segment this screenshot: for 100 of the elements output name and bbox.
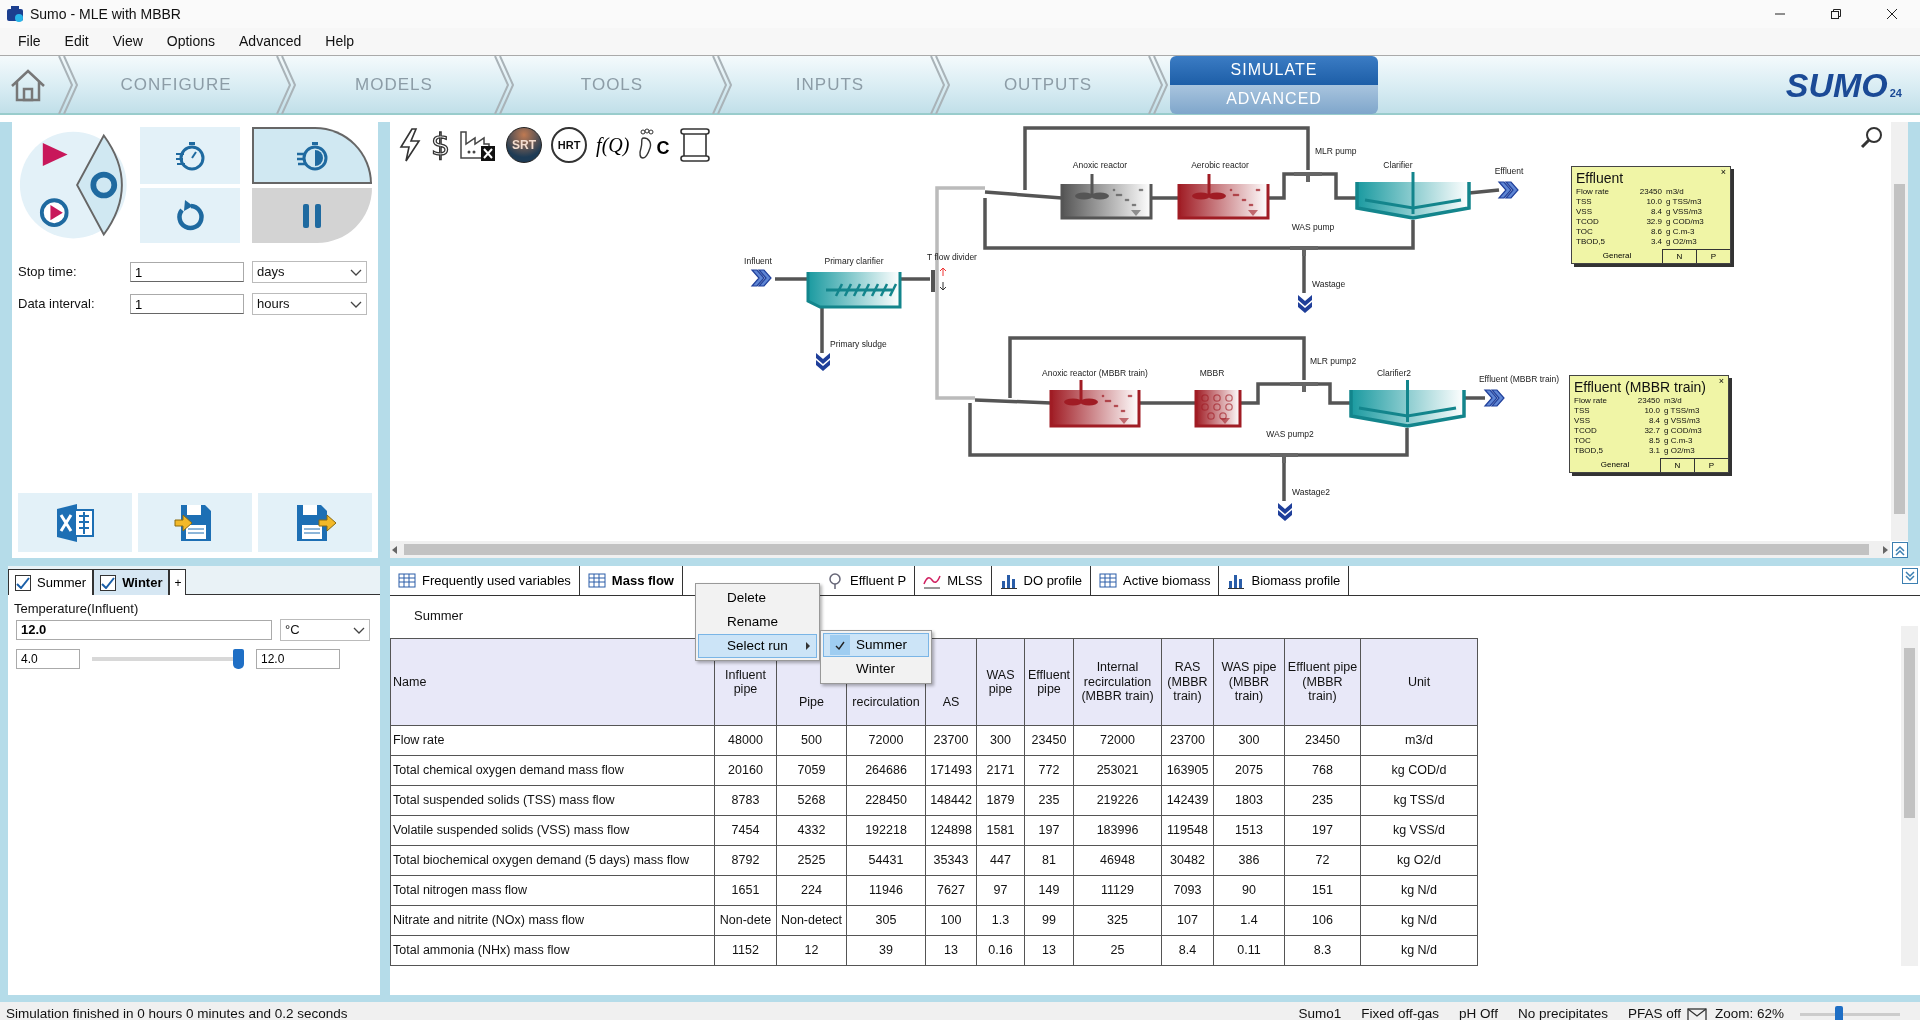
menu-item[interactable]: Summer	[823, 633, 929, 657]
variable-value: 10.0	[1643, 406, 1661, 416]
workflow-tab[interactable]: SIMULATE	[1170, 55, 1378, 85]
menu-item[interactable]: Delete	[698, 586, 817, 610]
panel-tab[interactable]: General	[1572, 249, 1662, 263]
min-field[interactable]: 4.0	[16, 648, 80, 669]
vertical-scrollbar[interactable]	[1901, 626, 1918, 966]
fast-timer-button[interactable]	[252, 127, 372, 184]
chevron-icon[interactable]	[1483, 389, 1505, 407]
reactor-tank-drawing[interactable]	[1049, 380, 1141, 428]
number-field[interactable]: 1	[130, 294, 244, 314]
collapse-button[interactable]	[1902, 568, 1918, 584]
pause-button[interactable]	[252, 188, 372, 243]
pump-junction-drawing[interactable]	[1288, 382, 1320, 394]
unit-dropdown[interactable]: °C	[280, 618, 370, 641]
chevron-icon[interactable]	[1298, 295, 1312, 313]
variable-value: 8.5	[1647, 436, 1661, 446]
checkbox[interactable]	[15, 574, 31, 591]
table-cell: Total chemical oxygen demand mass flow	[390, 755, 715, 786]
status-message: Simulation finished in 0 hours 0 minutes and 0.2 seconds	[6, 1005, 348, 1020]
scrollbar-thumb[interactable]	[1904, 648, 1915, 818]
reactor-tank-drawing[interactable]	[1060, 174, 1153, 220]
scroll-icon[interactable]	[678, 127, 713, 163]
panel-tab[interactable]: N	[1662, 249, 1696, 263]
clarifier-tank-drawing[interactable]	[1355, 172, 1471, 220]
chevron-icon	[928, 55, 950, 114]
variable-name: TBOD,5	[1576, 237, 1606, 247]
slider-thumb[interactable]	[1835, 1005, 1843, 1020]
variable-value: 23450	[1636, 396, 1661, 406]
unit-dropdown[interactable]: days	[252, 261, 367, 283]
max-field[interactable]: 12.0	[256, 648, 340, 669]
srt-button[interactable]: SRT	[506, 127, 543, 163]
add-tab-button[interactable]: +	[169, 569, 187, 595]
menu-item[interactable]: Select run	[698, 634, 817, 658]
variable-value: 32.9	[1645, 217, 1663, 227]
menu-item[interactable]: View	[100, 31, 155, 52]
hrt-button[interactable]: HRT	[551, 127, 588, 163]
close-button[interactable]: ×	[1718, 376, 1724, 386]
menu-item[interactable]: Edit	[52, 31, 101, 52]
search-icon[interactable]	[1860, 126, 1884, 150]
scrollbar-thumb[interactable]	[1894, 184, 1905, 514]
stop-button[interactable]	[76, 134, 123, 236]
pump-junction-drawing[interactable]	[1288, 246, 1320, 258]
slider-thumb[interactable]	[233, 648, 245, 669]
table-cell: 2525	[776, 845, 847, 876]
close-button[interactable]: ×	[1720, 167, 1726, 177]
chevron-icon[interactable]	[1497, 181, 1519, 199]
menu-item[interactable]: Help	[313, 31, 367, 52]
clarifier-tank-drawing[interactable]	[806, 270, 902, 309]
number-field[interactable]: 1	[130, 262, 244, 282]
play-button[interactable]	[42, 143, 68, 166]
vertical-scrollbar[interactable]	[1891, 122, 1908, 541]
table-cell: 100	[925, 905, 977, 936]
panel-tab[interactable]: P	[1694, 458, 1728, 472]
save-state-button[interactable]	[258, 493, 372, 552]
excel-button[interactable]	[18, 493, 132, 552]
function-button[interactable]: f(Q)	[596, 130, 630, 160]
lightning-icon[interactable]	[398, 127, 422, 163]
menu-item[interactable]: Rename	[698, 610, 817, 634]
dynamic-run-button[interactable]	[39, 198, 69, 227]
mbbr-tank-drawing[interactable]	[1194, 390, 1242, 428]
column-header: Unit	[1360, 638, 1478, 726]
menu-item[interactable]: Advanced	[227, 31, 314, 52]
unit-label: Primary sludge	[830, 339, 887, 349]
menu-item[interactable]: Options	[154, 31, 228, 52]
checkbox[interactable]	[100, 574, 117, 591]
reset-button[interactable]	[140, 188, 240, 243]
factory-icon[interactable]	[459, 128, 498, 162]
chevron-icon[interactable]	[816, 353, 830, 371]
steady-timer-button[interactable]	[140, 127, 240, 184]
pump-junction-drawing[interactable]	[1268, 453, 1300, 465]
table-cell: kg TSS/d	[1360, 785, 1478, 816]
reactor-tank-drawing[interactable]	[1177, 174, 1270, 220]
unit-dropdown[interactable]: hours	[252, 293, 367, 315]
chevron-icon[interactable]	[1278, 503, 1292, 521]
scenario-tab[interactable]: Winter	[93, 569, 170, 595]
clarifier-tank-drawing[interactable]	[1349, 380, 1466, 428]
scrollbar-thumb[interactable]	[404, 544, 1869, 555]
panel-tab[interactable]: N	[1660, 458, 1694, 472]
scenario-tab[interactable]: Summer	[8, 569, 94, 595]
footprint-button[interactable]: C	[638, 128, 670, 162]
flow-divider-drawing[interactable]	[931, 267, 947, 292]
value-field[interactable]: 12.0	[16, 619, 272, 640]
left-arrow-icon[interactable]	[390, 544, 400, 555]
right-arrow-icon[interactable]	[1880, 544, 1890, 555]
variable-unit: g O2/m3	[1664, 446, 1696, 456]
table-cell: 7059	[776, 755, 847, 786]
panel-tab[interactable]: General	[1570, 458, 1660, 472]
horizontal-scrollbar[interactable]	[390, 541, 1890, 558]
table-cell: 219226	[1073, 785, 1162, 816]
variable-value: 8.6	[1649, 227, 1663, 237]
expand-button[interactable]	[1892, 542, 1908, 558]
mail-icon[interactable]	[1686, 1007, 1707, 1020]
chevron-icon[interactable]	[750, 269, 772, 287]
menu-item[interactable]: File	[6, 31, 53, 52]
load-state-button[interactable]	[138, 493, 252, 552]
panel-tab[interactable]: P	[1696, 249, 1730, 263]
variable-unit: g C.m-3	[1666, 227, 1696, 237]
pump-junction-drawing[interactable]	[1292, 172, 1324, 184]
app-icon	[6, 5, 24, 23]
